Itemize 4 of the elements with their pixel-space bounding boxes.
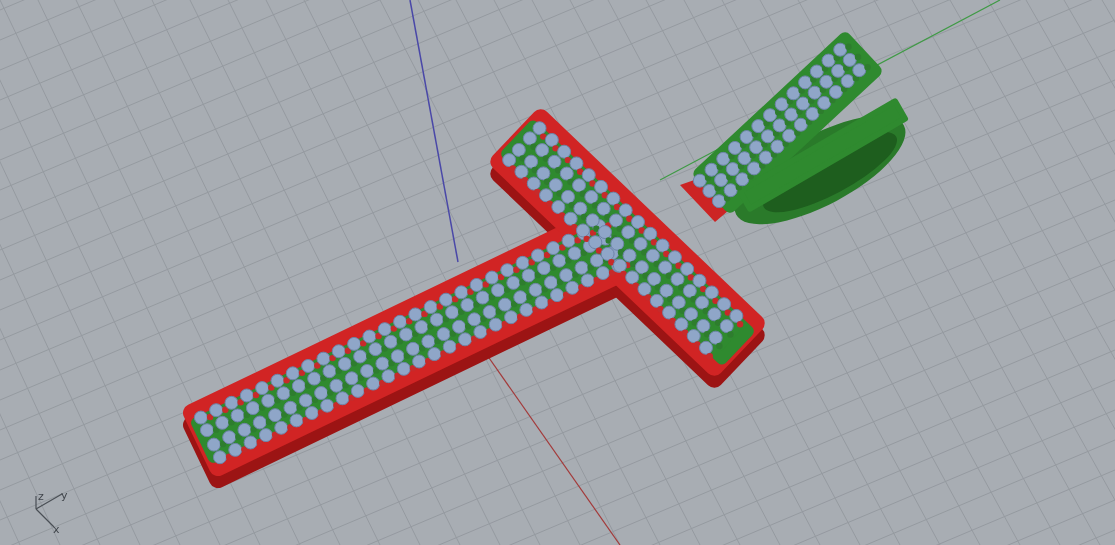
axis-label: z [38,490,44,503]
axis-label: y [61,489,68,502]
axis-widget-icon [35,493,63,528]
axis-label: x [53,523,60,536]
